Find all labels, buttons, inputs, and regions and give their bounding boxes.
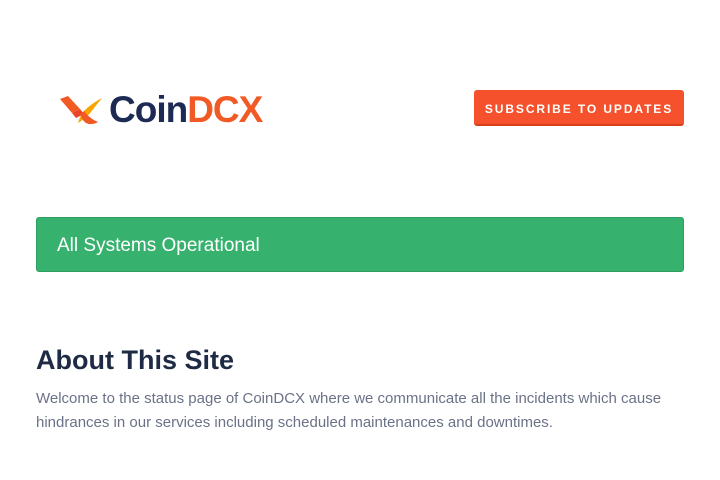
brand-name-dcx: DCX bbox=[187, 89, 263, 130]
subscribe-button[interactable]: SUBSCRIBE TO UPDATES bbox=[474, 90, 684, 126]
brand-name: CoinDCX bbox=[109, 88, 263, 132]
brand-logo[interactable]: CoinDCX bbox=[58, 88, 263, 132]
status-text: All Systems Operational bbox=[57, 235, 260, 256]
page-header: CoinDCX SUBSCRIBE TO UPDATES bbox=[36, 84, 684, 134]
brand-name-coin: Coin bbox=[109, 89, 188, 130]
coindcx-logo-icon bbox=[60, 96, 102, 125]
about-description: Welcome to the status page of CoinDCX wh… bbox=[36, 390, 662, 431]
about-title: About This Site bbox=[36, 345, 234, 375]
about-section: About This Site Welcome to the status pa… bbox=[36, 340, 684, 435]
status-banner: All Systems Operational bbox=[36, 217, 684, 272]
